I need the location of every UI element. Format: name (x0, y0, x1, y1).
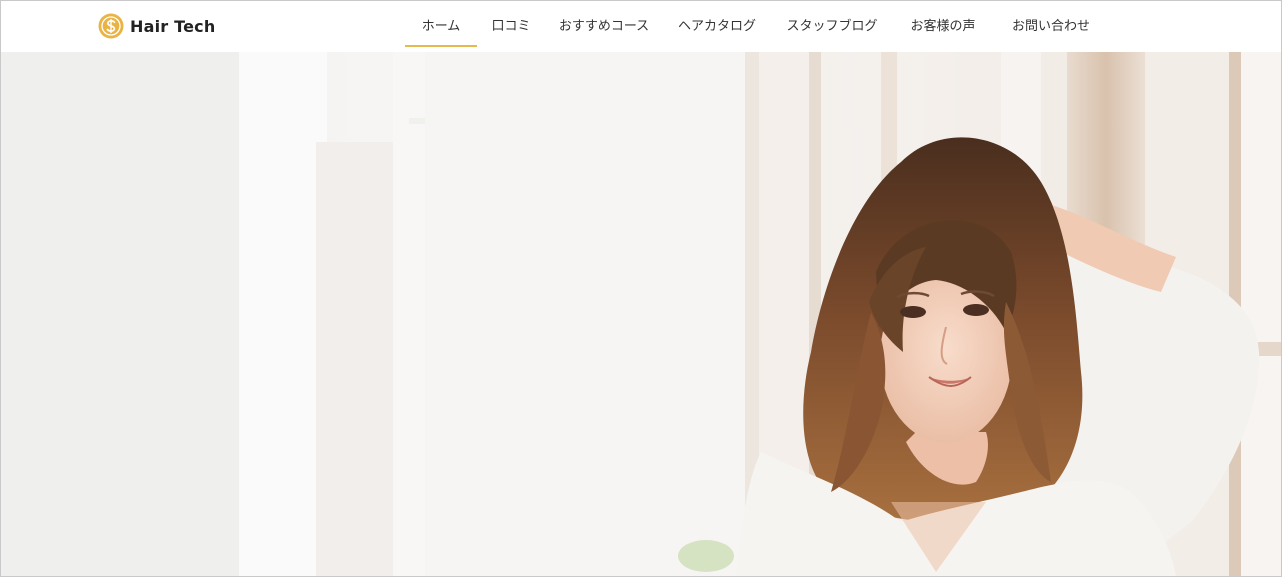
site-header: Hair Tech ホーム 口コミ おすすめコース ヘアカタログ スタッフブログ… (1, 1, 1281, 52)
nav-item-recommended-courses[interactable]: おすすめコース (545, 1, 663, 47)
nav-item-customer-voices[interactable]: お客様の声 (893, 1, 993, 47)
hero-banner (1, 52, 1281, 576)
nav-item-staff-blog[interactable]: スタッフブログ (771, 1, 893, 47)
page-frame: Hair Tech ホーム 口コミ おすすめコース ヘアカタログ スタッフブログ… (0, 0, 1282, 577)
nav-item-reviews[interactable]: 口コミ (477, 1, 545, 47)
nav-item-contact[interactable]: お問い合わせ (993, 1, 1109, 47)
nav-item-home[interactable]: ホーム (405, 1, 477, 47)
brand-name: Hair Tech (130, 16, 216, 36)
nav-item-hair-catalog[interactable]: ヘアカタログ (663, 1, 771, 47)
main-nav: ホーム 口コミ おすすめコース ヘアカタログ スタッフブログ お客様の声 お問い… (405, 1, 1109, 52)
brand-logo-link[interactable]: Hair Tech (98, 12, 215, 40)
hero-photo-woman (1, 52, 1281, 576)
dollar-coin-icon (98, 13, 124, 39)
